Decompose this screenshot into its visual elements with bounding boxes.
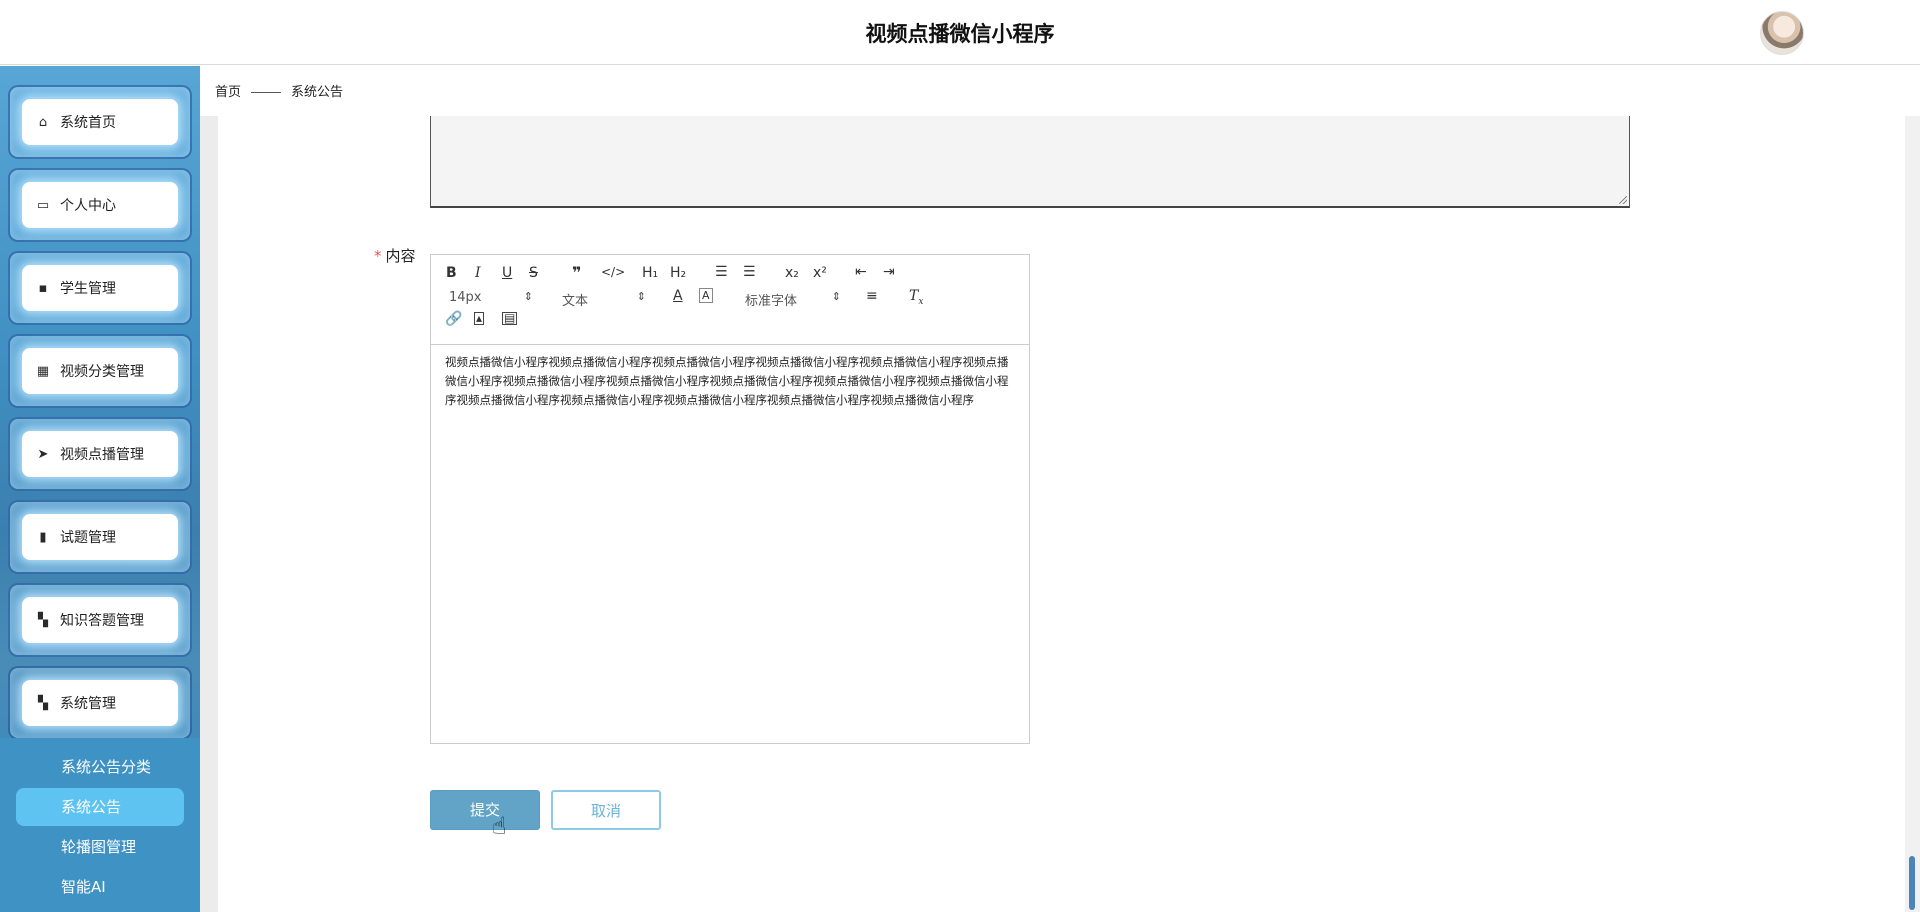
send-icon: ➤ bbox=[37, 446, 49, 462]
heading-2-icon[interactable]: H₂ bbox=[670, 265, 686, 281]
sidebar-gutter bbox=[200, 66, 218, 912]
avatar[interactable] bbox=[1760, 11, 1804, 55]
chat-icon: ▪ bbox=[38, 280, 48, 296]
blockquote-icon[interactable]: ❞ bbox=[572, 263, 581, 282]
submenu-item-notice[interactable]: 系统公告 bbox=[16, 788, 184, 826]
bar-chart-icon: ▮ bbox=[39, 529, 47, 545]
font-color-icon[interactable]: A bbox=[673, 288, 683, 304]
submenu-item-notice-category[interactable]: 系统公告分类 bbox=[16, 748, 184, 786]
background-color-icon[interactable]: A bbox=[699, 288, 713, 303]
breadcrumb-separator bbox=[251, 92, 282, 93]
content-field-label: * 内容 bbox=[374, 247, 416, 265]
code-block-icon[interactable]: </> bbox=[601, 265, 625, 279]
grid-icon: ▦ bbox=[36, 363, 50, 379]
cancel-button[interactable]: 取消 bbox=[551, 790, 661, 830]
superscript-icon[interactable]: x² bbox=[813, 265, 827, 281]
clear-format-icon[interactable]: Tx bbox=[909, 288, 923, 307]
bold-icon[interactable]: B bbox=[446, 265, 457, 281]
submenu-item-ai[interactable]: 智能AI bbox=[16, 868, 184, 906]
card-icon: ▭ bbox=[36, 197, 50, 213]
italic-icon[interactable]: I bbox=[475, 265, 481, 281]
required-mark: * bbox=[374, 247, 382, 265]
indent-icon[interactable]: ⇥ bbox=[883, 264, 895, 280]
sidebar-item-profile[interactable]: ▭ 个人中心 bbox=[8, 168, 192, 242]
sidebar-item-quiz[interactable]: ▚ 知识答题管理 bbox=[8, 583, 192, 657]
scrollbar-thumb[interactable] bbox=[1909, 856, 1915, 910]
submenu-item-carousel[interactable]: 轮播图管理 bbox=[16, 828, 184, 866]
resize-handle-icon[interactable] bbox=[1619, 196, 1627, 204]
breadcrumb-current: 系统公告 bbox=[291, 85, 344, 100]
sidebar-item-students[interactable]: ▪ 学生管理 bbox=[8, 251, 192, 325]
sidebar-item-label: 视频分类管理 bbox=[60, 364, 144, 380]
hand-cursor-icon: ☝ bbox=[492, 812, 507, 840]
system-submenu: 系统公告分类 系统公告 轮播图管理 智能AI bbox=[0, 738, 200, 912]
apps-icon: ▚ bbox=[38, 612, 48, 628]
sidebar-item-label: 知识答题管理 bbox=[60, 613, 144, 629]
image-icon[interactable]: ▴ bbox=[474, 312, 485, 325]
sidebar: ⌂ 系统首页 ▭ 个人中心 ▪ 学生管理 ▦ 视频分类管理 ➤ 视频点播管理 ▮ 试题管理 … bbox=[0, 66, 200, 912]
app-title: 视频点播微信小程序 bbox=[865, 22, 1055, 46]
underline-icon[interactable]: U bbox=[502, 265, 512, 281]
sidebar-item-label: 个人中心 bbox=[60, 198, 116, 214]
font-family-select[interactable]: 标准字体 bbox=[745, 290, 841, 309]
editor-toolbar: B I U S ❞ </> H₁ H₂ ☰ ☰ x₂ x² ⇤ ⇥ 14px 文… bbox=[431, 255, 1029, 345]
subscript-icon[interactable]: x₂ bbox=[785, 265, 799, 281]
summary-textarea[interactable] bbox=[430, 116, 1630, 208]
sidebar-item-video-category[interactable]: ▦ 视频分类管理 bbox=[8, 334, 192, 408]
breadcrumb: 首页 系统公告 bbox=[200, 66, 1905, 116]
top-header: 视频点播微信小程序 bbox=[0, 0, 1920, 65]
heading-1-icon[interactable]: H₁ bbox=[642, 265, 658, 281]
align-icon[interactable]: ≡ bbox=[866, 288, 878, 304]
sidebar-item-questions[interactable]: ▮ 试题管理 bbox=[8, 500, 192, 574]
submit-button[interactable]: 提交 bbox=[430, 790, 540, 830]
apps-icon: ▚ bbox=[38, 695, 48, 711]
bullet-list-icon[interactable]: ☰ bbox=[743, 264, 756, 280]
sidebar-item-label: 视频点播管理 bbox=[60, 447, 144, 463]
block-type-select[interactable]: 文本 bbox=[562, 290, 646, 309]
sidebar-item-label: 系统管理 bbox=[60, 696, 116, 712]
home-icon: ⌂ bbox=[38, 114, 48, 130]
strikethrough-icon[interactable]: S bbox=[529, 265, 538, 281]
sidebar-item-video-vod[interactable]: ➤ 视频点播管理 bbox=[8, 417, 192, 491]
font-size-select[interactable]: 14px bbox=[449, 290, 533, 305]
ordered-list-icon[interactable]: ☰ bbox=[715, 264, 728, 280]
rich-text-editor: B I U S ❞ </> H₁ H₂ ☰ ☰ x₂ x² ⇤ ⇥ 14px 文… bbox=[430, 254, 1030, 744]
outdent-icon[interactable]: ⇤ bbox=[855, 264, 867, 280]
sidebar-item-home[interactable]: ⌂ 系统首页 bbox=[8, 85, 192, 159]
sidebar-item-label: 学生管理 bbox=[60, 281, 116, 297]
sidebar-item-label: 系统首页 bbox=[60, 115, 116, 131]
sidebar-item-system[interactable]: ▚ 系统管理 bbox=[8, 666, 192, 740]
link-icon[interactable]: 🔗 bbox=[445, 311, 462, 327]
editor-content[interactable]: 视频点播微信小程序视频点播微信小程序视频点播微信小程序视频点播微信小程序视频点播… bbox=[445, 353, 1015, 410]
breadcrumb-home[interactable]: 首页 bbox=[215, 85, 241, 100]
sidebar-item-label: 试题管理 bbox=[60, 530, 116, 546]
video-icon[interactable]: ▤ bbox=[502, 312, 518, 325]
page-scrollbar[interactable] bbox=[1905, 116, 1920, 912]
